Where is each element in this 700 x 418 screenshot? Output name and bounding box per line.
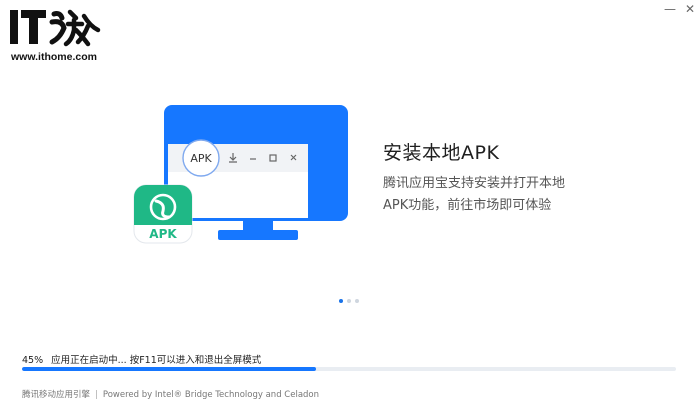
app-icon-label: APK	[149, 227, 177, 241]
window-controls: — ✕	[660, 0, 700, 18]
apk-badge-label: APK	[190, 152, 212, 165]
feature-title: 安装本地APK	[383, 142, 500, 164]
ithome-logo	[10, 9, 101, 47]
carousel-dot[interactable]	[347, 299, 351, 303]
progress-fill	[22, 367, 317, 371]
carousel-dot[interactable]	[355, 299, 359, 303]
watermark: www.ithome.com	[10, 8, 110, 68]
progress-status: 应用正在启动中... 按F11可以进入和退出全屏模式	[51, 355, 262, 366]
apk-app-icon: APK	[133, 184, 193, 244]
progress-bar	[22, 367, 676, 371]
progress-percent: 45%	[22, 355, 44, 366]
close-button[interactable]: ✕	[680, 0, 700, 18]
footer-engine: 腾讯移动应用引擎	[22, 390, 91, 400]
feature-illustration: APK APK	[133, 105, 348, 244]
carousel-dots	[339, 299, 359, 303]
minimize-button[interactable]: —	[660, 0, 680, 18]
footer-separator: |	[95, 390, 98, 400]
progress-label: 45% 应用正在启动中... 按F11可以进入和退出全屏模式	[22, 352, 261, 366]
watermark-url: www.ithome.com	[11, 51, 97, 63]
feature-description: 腾讯应用宝支持安装并打开本地APK功能，前往市场即可体验	[383, 176, 566, 213]
apk-badge: APK	[182, 139, 220, 177]
carousel-dot[interactable]	[339, 299, 343, 303]
footer: 腾讯移动应用引擎 | Powered by Intel® Bridge Techno…	[22, 388, 319, 400]
close-icon: ✕	[684, 2, 696, 16]
minimize-icon: —	[664, 2, 676, 16]
footer-powered: Powered by Intel® Bridge Technology and …	[102, 390, 320, 400]
